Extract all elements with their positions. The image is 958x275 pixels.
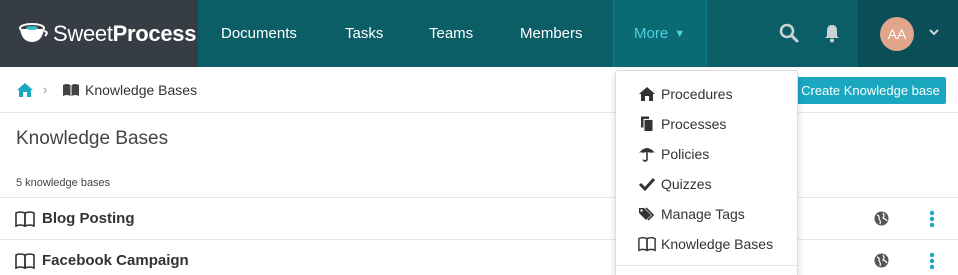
files-icon: [641, 116, 654, 132]
menu-item-label: Knowledge Bases: [661, 236, 774, 252]
nav-more-label: More: [634, 25, 669, 42]
nav-documents[interactable]: Documents: [221, 0, 297, 67]
brand-name-bold: Process: [112, 21, 197, 46]
nav-more[interactable]: More ▼: [613, 0, 707, 67]
chevron-right-icon: ›: [43, 82, 48, 97]
home-icon: [639, 87, 655, 101]
avatar[interactable]: AA: [880, 17, 914, 51]
kebab-menu-icon[interactable]: [929, 252, 935, 270]
book-icon: [63, 84, 79, 96]
top-navbar: SweetProcess Documents Tasks Teams Membe…: [0, 0, 958, 67]
user-menu[interactable]: AA: [858, 0, 958, 67]
book-icon: [15, 253, 35, 269]
umbrella-icon: [639, 148, 655, 162]
nav-members[interactable]: Members: [520, 0, 583, 67]
bell-icon[interactable]: [821, 22, 843, 44]
breadcrumb-current[interactable]: Knowledge Bases: [85, 82, 197, 98]
menu-item-label: Manage Tags: [661, 206, 745, 222]
menu-item-quizzes[interactable]: Quizzes: [616, 169, 797, 199]
cup-logo-icon: [19, 23, 48, 42]
brand-wordmark: SweetProcess: [53, 21, 196, 47]
menu-item-knowledge-bases[interactable]: Knowledge Bases: [616, 229, 797, 259]
menu-item-label: Policies: [661, 146, 710, 162]
book-icon: [15, 211, 35, 227]
brand-logo[interactable]: SweetProcess: [0, 0, 198, 67]
create-knowledge-base-button[interactable]: Create Knowledge base: [795, 77, 946, 104]
menu-item-label: Processes: [661, 116, 727, 132]
menu-item-label: Procedures: [661, 86, 733, 102]
globe-icon: [874, 253, 889, 268]
menu-item-procedures[interactable]: Procedures: [616, 79, 797, 109]
menu-item-label: Quizzes: [661, 176, 712, 192]
menu-item-policies[interactable]: Policies: [616, 139, 797, 169]
home-icon[interactable]: [16, 82, 34, 98]
knowledge-base-count: 5 knowledge bases: [16, 177, 111, 189]
list-item[interactable]: Facebook Campaign: [0, 239, 958, 275]
menu-divider: [616, 265, 797, 266]
search-icon[interactable]: [778, 22, 800, 44]
list-item[interactable]: Blog Posting: [0, 197, 958, 239]
list-item-title[interactable]: Blog Posting: [42, 210, 135, 227]
kebab-menu-icon[interactable]: [929, 210, 935, 228]
globe-icon: [874, 211, 889, 226]
chevron-down-icon[interactable]: [928, 26, 940, 38]
tags-icon: [639, 207, 655, 221]
check-icon: [638, 177, 656, 192]
book-icon: [638, 236, 656, 252]
page-title: Knowledge Bases: [16, 128, 169, 149]
more-dropdown-menu: Procedures Processes Policies Quizzes Ma…: [615, 70, 798, 275]
menu-item-manage-tags[interactable]: Manage Tags: [616, 199, 797, 229]
menu-item-processes[interactable]: Processes: [616, 109, 797, 139]
chevron-down-icon: ▼: [674, 28, 686, 40]
nav-teams[interactable]: Teams: [429, 0, 473, 67]
list-item-title[interactable]: Facebook Campaign: [42, 252, 189, 269]
nav-tasks[interactable]: Tasks: [345, 0, 383, 67]
brand-name-light: Sweet: [53, 21, 113, 46]
